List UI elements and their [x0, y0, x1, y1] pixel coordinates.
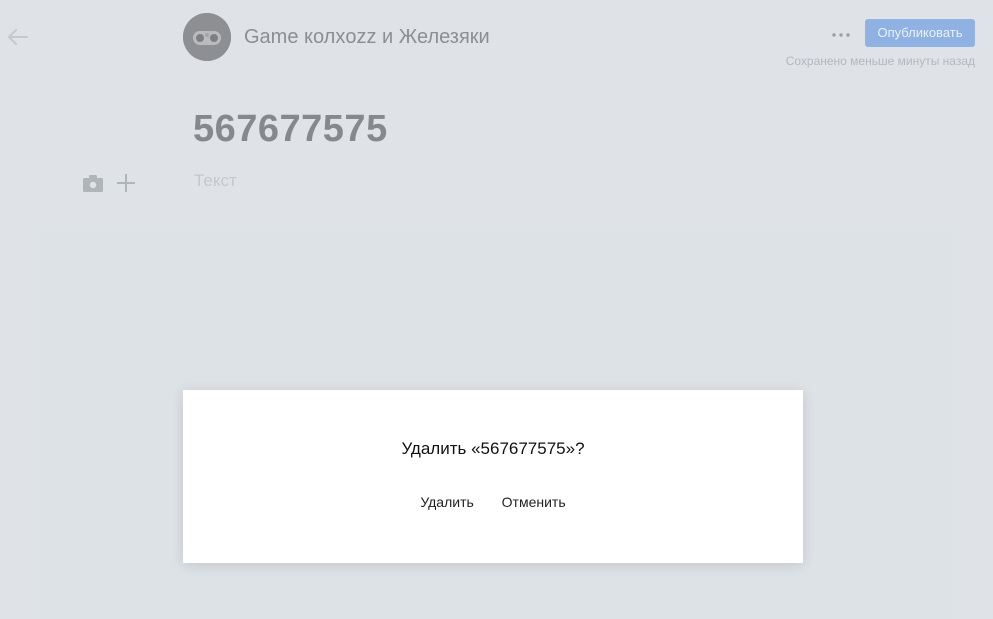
plus-icon[interactable] — [115, 172, 137, 194]
confirm-delete-button[interactable]: Удалить — [420, 494, 473, 510]
delete-confirm-dialog: Удалить «567677575»? Удалить Отменить — [183, 390, 803, 563]
cancel-button[interactable]: Отменить — [502, 494, 566, 510]
save-status: Сохранено меньше минуты назад — [785, 54, 975, 68]
dialog-question: Удалить «567677575»? — [401, 439, 585, 458]
dialog-actions: Удалить Отменить — [183, 494, 803, 510]
camera-icon[interactable] — [81, 172, 105, 194]
back-arrow-icon[interactable] — [5, 26, 31, 48]
publish-button[interactable]: Опубликовать — [865, 19, 975, 47]
article-text-placeholder[interactable]: Текст — [194, 171, 237, 191]
channel-avatar[interactable] — [183, 13, 231, 61]
channel-name[interactable]: Game колxozz и Железяки — [244, 26, 490, 49]
article-title[interactable]: 567677575 — [193, 108, 388, 151]
channel-header[interactable]: Game колxozz и Железяки — [183, 13, 490, 61]
more-dots-icon[interactable] — [828, 26, 854, 44]
